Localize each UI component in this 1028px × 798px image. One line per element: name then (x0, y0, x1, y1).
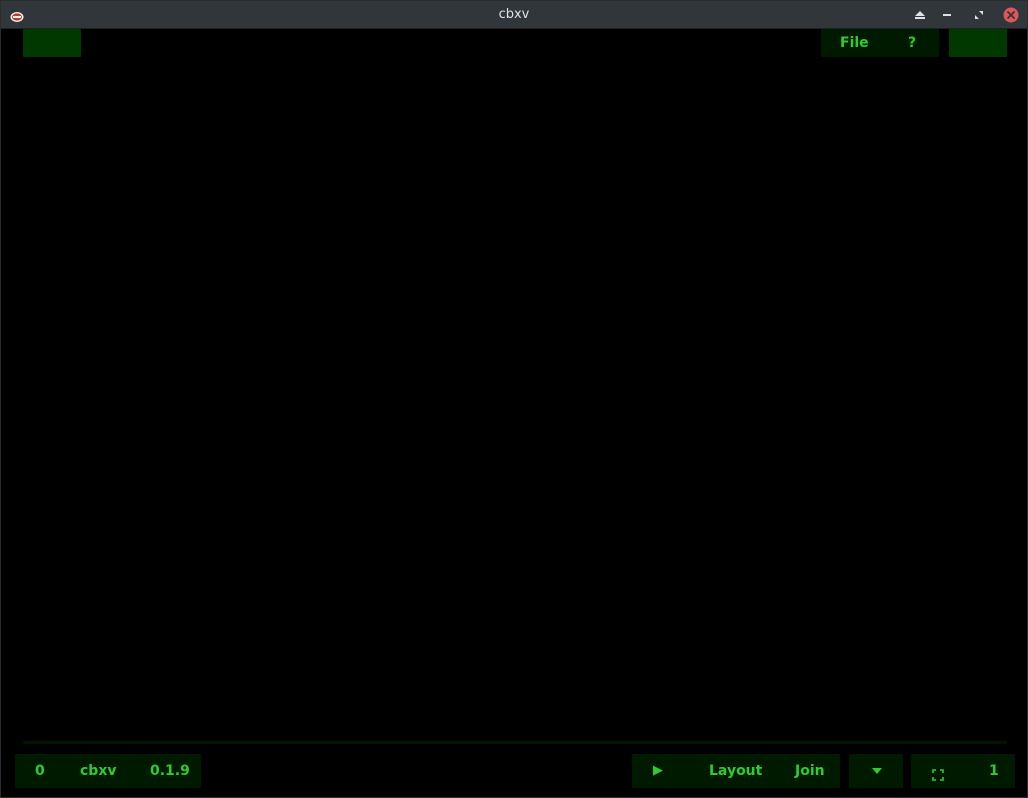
top-right-button[interactable] (949, 29, 1007, 57)
version-label: 0.1.9 (150, 763, 190, 779)
top-menu: File ? (821, 29, 939, 57)
keep-above-button[interactable] (911, 6, 929, 24)
progress-track[interactable] (23, 741, 1007, 744)
restore-icon (975, 11, 983, 19)
top-left-button[interactable] (23, 29, 81, 57)
page-count: 0 (35, 763, 45, 779)
close-button[interactable] (1002, 6, 1020, 24)
controls-bar: ▶ Layout Join (632, 754, 840, 788)
title-bar: cbxv (1, 1, 1027, 29)
page-number: 1 (989, 763, 999, 779)
status-bar-left: 0 cbxv 0.1.9 (15, 754, 201, 788)
minimize-icon (943, 14, 951, 16)
dropdown-button[interactable] (849, 754, 903, 788)
window-title: cbxv (498, 7, 530, 22)
minimize-button[interactable] (938, 6, 956, 24)
fullscreen-icon[interactable] (932, 766, 944, 781)
app-window: cbxv File ? 0 cbxv 0.1.9 ▶ Layout Join 1 (0, 0, 1028, 798)
app-name-label: cbxv (80, 763, 117, 779)
play-icon[interactable]: ▶ (653, 754, 663, 788)
layout-button[interactable]: Layout (709, 754, 762, 788)
file-menu[interactable]: File (840, 29, 869, 57)
chevron-down-icon (872, 768, 882, 774)
join-button[interactable]: Join (795, 754, 825, 788)
help-menu[interactable]: ? (908, 29, 916, 57)
viewer-canvas[interactable]: File ? 0 cbxv 0.1.9 ▶ Layout Join 1 (3, 29, 1027, 797)
eject-icon (915, 11, 925, 19)
maximize-button[interactable] (970, 6, 988, 24)
view-bar: 1 (911, 754, 1015, 788)
close-icon (1003, 7, 1019, 23)
